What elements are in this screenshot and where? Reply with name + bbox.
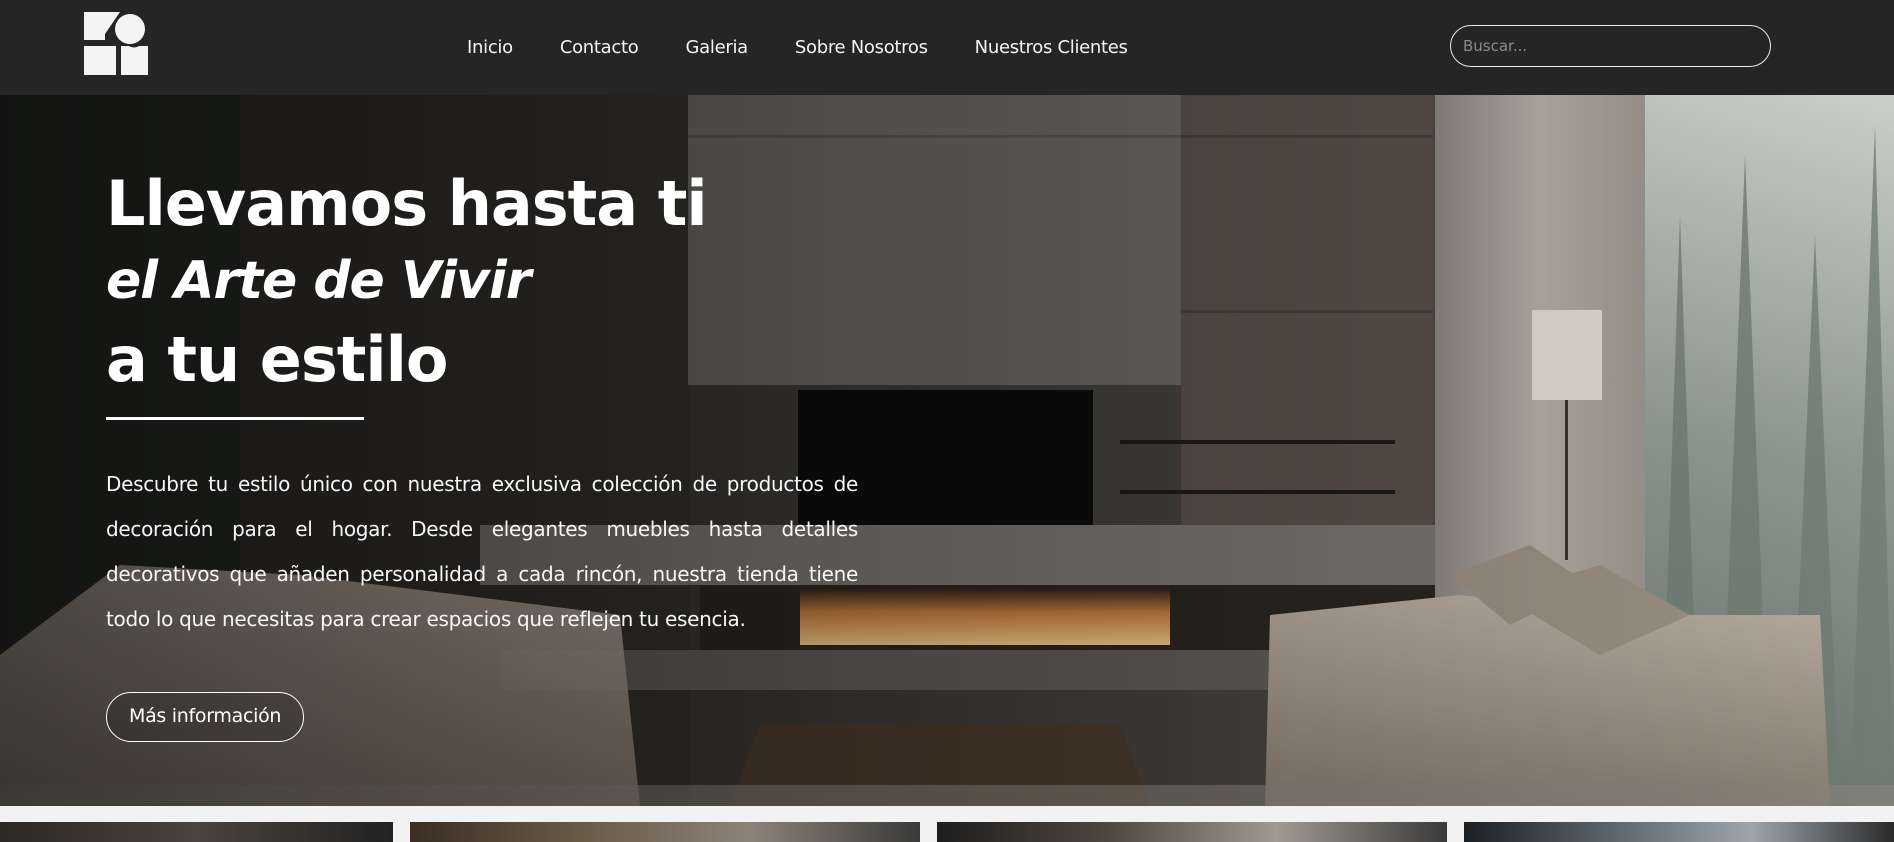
hero-title-line-1: Llevamos hasta ti bbox=[106, 167, 708, 240]
gallery-card[interactable] bbox=[937, 822, 1447, 842]
gallery-card[interactable] bbox=[410, 822, 920, 842]
site-header: Inicio Contacto Galeria Sobre Nosotros N… bbox=[0, 0, 1894, 95]
hero-description: Descubre tu estilo único con nuestra exc… bbox=[106, 472, 858, 631]
hero-section: Llevamos hasta ti el Arte de Vivir a tu … bbox=[0, 95, 1894, 806]
hero-title-line-2: el Arte de Vivir bbox=[106, 251, 531, 311]
nav-link-contacto[interactable]: Contacto bbox=[560, 37, 639, 58]
gallery-card[interactable] bbox=[0, 822, 393, 842]
hero-divider bbox=[106, 417, 364, 420]
brand-logo-icon[interactable] bbox=[84, 12, 148, 75]
hero-title-line-3: a tu estilo bbox=[106, 323, 448, 396]
gallery-preview-strip bbox=[0, 822, 1894, 842]
main-nav: Inicio Contacto Galeria Sobre Nosotros N… bbox=[467, 0, 1175, 95]
nav-link-sobre-nosotros[interactable]: Sobre Nosotros bbox=[795, 37, 928, 58]
gallery-card[interactable] bbox=[1464, 822, 1894, 842]
nav-link-inicio[interactable]: Inicio bbox=[467, 37, 513, 58]
nav-link-nuestros-clientes[interactable]: Nuestros Clientes bbox=[975, 37, 1128, 58]
nav-link-galeria[interactable]: Galeria bbox=[685, 37, 748, 58]
hero-content: Llevamos hasta ti el Arte de Vivir a tu … bbox=[106, 173, 858, 742]
search-input[interactable] bbox=[1450, 25, 1771, 67]
mas-informacion-button[interactable]: Más información bbox=[106, 692, 305, 742]
